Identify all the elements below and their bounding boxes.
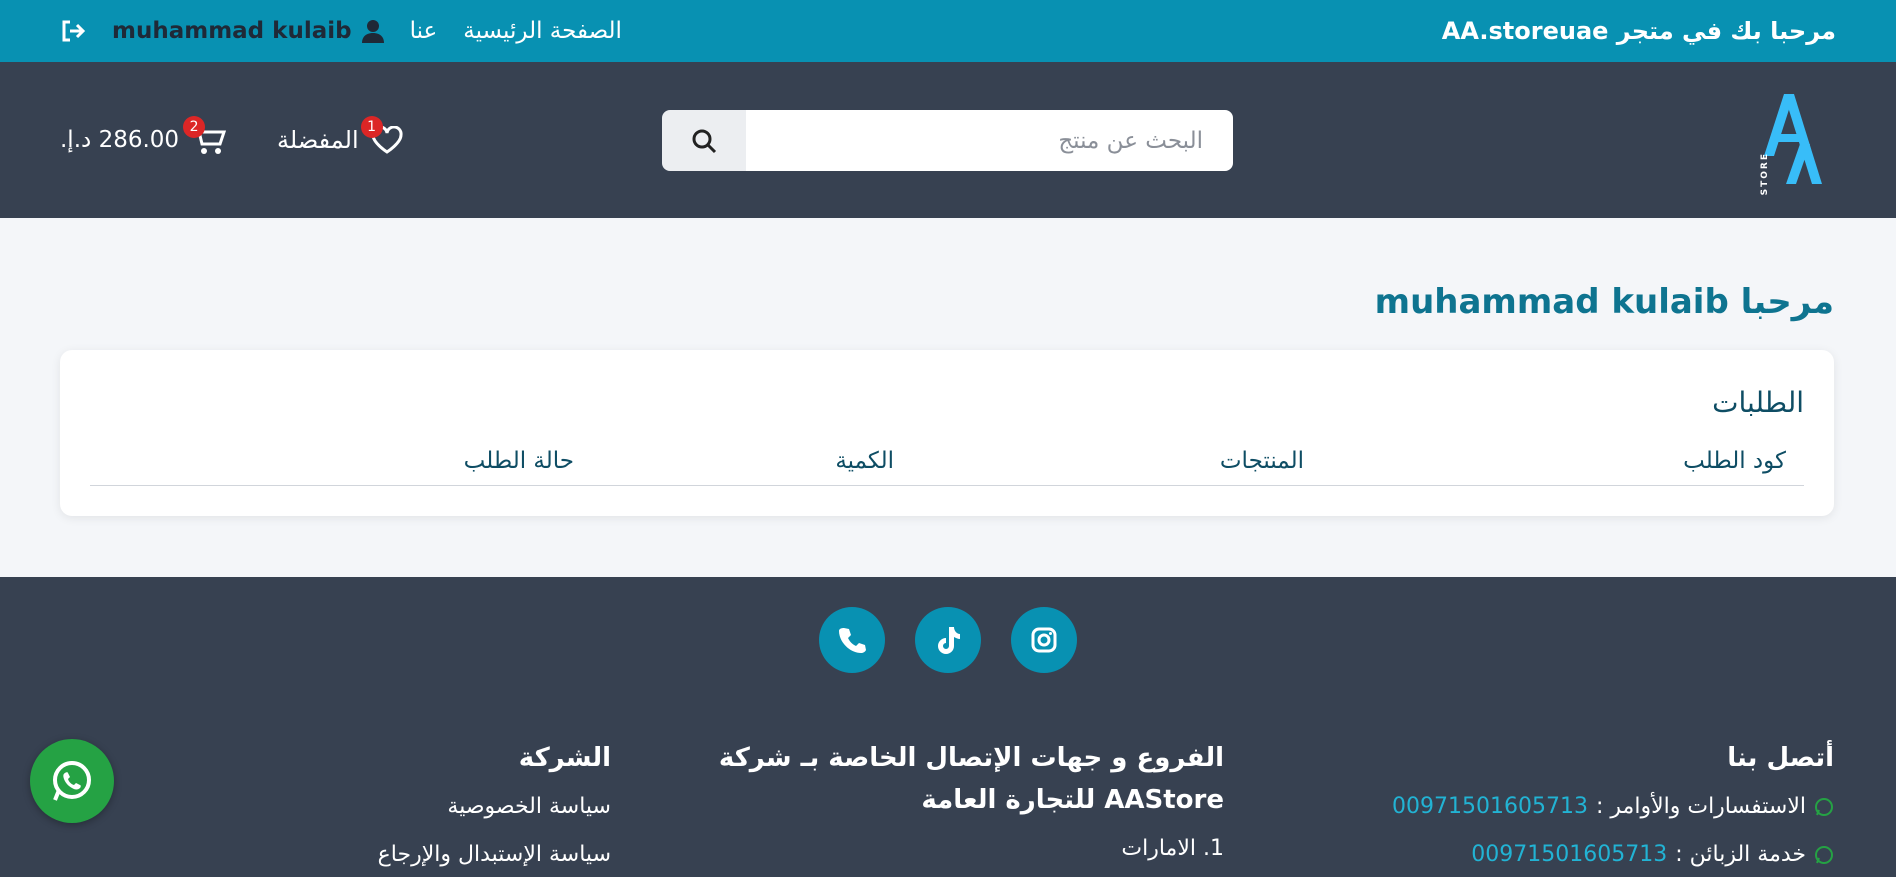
cart-count-badge: 2 — [183, 116, 206, 138]
page-title: مرحبا muhammad kulaib — [1374, 282, 1834, 322]
whatsapp-floating-button[interactable] — [30, 739, 114, 823]
tiktok-icon — [938, 627, 960, 654]
cart-link[interactable]: 2 286.00 د.إ. — [60, 116, 227, 158]
column-products: المنتجات — [1219, 448, 1304, 474]
user-icon — [361, 20, 384, 43]
search-input[interactable] — [746, 110, 1233, 171]
column-order-status: حالة الطلب — [463, 448, 574, 474]
orders-table-header: كود الطلب المنتجات الكمية حالة الطلب — [90, 448, 1804, 486]
whatsapp-icon — [53, 761, 91, 801]
branch-item[interactable]: 1. الامارات — [664, 829, 1224, 869]
logo-text: STORE — [1760, 152, 1770, 196]
footer: أتصل بنا الاستفسارات والأوامر : 00971501… — [0, 577, 1896, 877]
user-name: muhammad kulaib — [112, 18, 352, 44]
orders-title: الطلبات — [1712, 386, 1804, 419]
top-bar: مرحبا بك في متجر AA.storeuae الصفحة الرئ… — [0, 0, 1896, 62]
customer-service-phone-link[interactable]: 00971501605713 — [1471, 835, 1667, 875]
cart-total: 286.00 د.إ. — [60, 127, 180, 153]
favorites-label: المفضلة — [277, 126, 359, 154]
inquiries-label: الاستفسارات والأوامر : — [1596, 794, 1806, 819]
return-policy-link[interactable]: سياسة الإستبدال والإرجاع — [291, 835, 611, 875]
store-logo[interactable]: STORE — [1760, 94, 1830, 195]
main-header: STORE 1 المفضلة 2 286.00 د.إ. — [0, 62, 1896, 218]
instagram-icon — [1031, 627, 1057, 653]
favorites-link[interactable]: 1 المفضلة — [277, 116, 405, 158]
inquiries-phone-link[interactable]: 00971501605713 — [1392, 787, 1588, 827]
whatsapp-small-icon — [1815, 846, 1833, 864]
user-account-link[interactable]: muhammad kulaib — [112, 18, 384, 44]
contact-line-inquiries: الاستفسارات والأوامر : 00971501605713 — [1374, 787, 1834, 827]
footer-company-column: الشركة سياسة الخصوصية سياسة الإستبدال وا… — [291, 737, 611, 875]
whatsapp-small-icon — [1815, 798, 1833, 816]
footer-branches-column: الفروع و جهات الإتصال الخاصة بـ شركة AAS… — [664, 737, 1224, 869]
orders-card: الطلبات كود الطلب المنتجات الكمية حالة ا… — [60, 350, 1834, 516]
contact-title: أتصل بنا — [1727, 743, 1834, 773]
welcome-text: مرحبا بك في متجر AA.storeuae — [1441, 17, 1836, 45]
search-bar — [662, 110, 1233, 171]
favorites-count-badge: 1 — [360, 116, 383, 138]
phone-icon — [839, 628, 866, 653]
column-order-code: كود الطلب — [1683, 448, 1786, 474]
company-title: الشركة — [518, 743, 611, 773]
branches-title: الفروع و جهات الإتصال الخاصة بـ شركة AAS… — [718, 743, 1224, 815]
privacy-policy-link[interactable]: سياسة الخصوصية — [291, 787, 611, 827]
nav-about-link[interactable]: عنا — [410, 18, 438, 44]
search-icon — [692, 129, 717, 153]
social-links — [0, 607, 1896, 673]
search-button[interactable] — [662, 110, 746, 171]
column-quantity: الكمية — [835, 448, 894, 474]
footer-contact-column: أتصل بنا الاستفسارات والأوامر : 00971501… — [1374, 737, 1834, 875]
phone-social-button[interactable] — [819, 607, 885, 673]
customer-service-label: خدمة الزبائن : — [1675, 842, 1806, 867]
logo-icon — [1764, 94, 1822, 184]
top-nav: الصفحة الرئيسية عنا muhammad kulaib — [60, 18, 622, 44]
contact-line-customer-service: خدمة الزبائن : 00971501605713 — [1374, 835, 1834, 875]
logout-icon[interactable] — [60, 19, 86, 43]
instagram-social-button[interactable] — [1011, 607, 1077, 673]
tiktok-social-button[interactable] — [915, 607, 981, 673]
nav-home-link[interactable]: الصفحة الرئيسية — [463, 18, 622, 44]
